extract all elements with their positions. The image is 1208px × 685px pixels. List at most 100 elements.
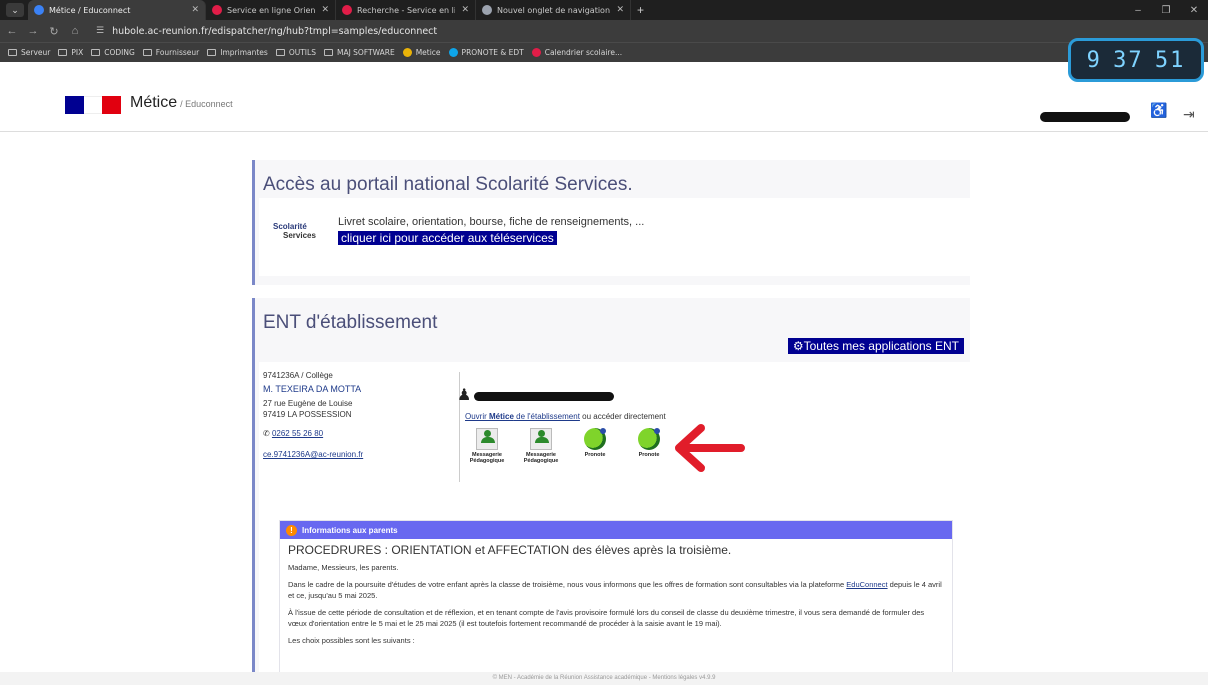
bookmark-folder[interactable]: Imprimantes bbox=[207, 48, 268, 57]
mail-icon bbox=[530, 428, 552, 450]
bookmark-calendrier[interactable]: Calendrier scolaire... bbox=[531, 48, 623, 57]
all-ent-apps-button[interactable]: ⚙Toutes mes applications ENT bbox=[787, 338, 964, 354]
close-tab-icon[interactable]: ✕ bbox=[191, 5, 199, 15]
app-pronote-1[interactable]: Pronote bbox=[575, 428, 615, 458]
new-tab-button[interactable]: + bbox=[637, 3, 644, 17]
bookmark-metice[interactable]: Metice bbox=[402, 48, 441, 57]
home-icon[interactable]: ⌂ bbox=[66, 25, 84, 37]
red-arrow-annotation bbox=[675, 424, 745, 472]
tab-label: Recherche - Service en ligne bbox=[357, 5, 456, 15]
bookmark-label: PRONOTE & EDT bbox=[461, 48, 524, 57]
back-icon[interactable]: ← bbox=[3, 25, 21, 37]
mail-icon bbox=[476, 428, 498, 450]
marianne-icon bbox=[342, 5, 352, 15]
school-address2: 97419 LA POSSESSION bbox=[263, 410, 352, 419]
app-messagerie-2[interactable]: Messagerie Pédagogique bbox=[521, 428, 561, 464]
window-controls: – ❐ ✕ bbox=[1124, 0, 1208, 20]
url-text: hubole.ac-reunion.fr/edispatcher/ng/hub?… bbox=[112, 25, 438, 37]
bookmark-folder[interactable]: OUTILS bbox=[275, 48, 316, 57]
folder-icon bbox=[142, 49, 152, 56]
user-icon: ♟ bbox=[457, 387, 472, 404]
school-info: 9741236A / Collège M. TEXEIRA DA MOTTA 2… bbox=[263, 370, 363, 460]
tab-strip: ⌄ Métice / Educonnect ✕ Service en ligne… bbox=[0, 0, 1208, 20]
site-info-icon[interactable]: ☰ bbox=[96, 26, 104, 36]
app-pronote-2[interactable]: Pronote bbox=[629, 428, 669, 458]
school-email[interactable]: ce.9741236A@ac-reunion.fr bbox=[263, 450, 363, 459]
bookmark-label: OUTILS bbox=[288, 48, 316, 57]
browser-tab-4[interactable]: Nouvel onglet de navigation p ✕ bbox=[476, 0, 631, 20]
reload-icon[interactable]: ↻ bbox=[45, 25, 63, 38]
folder-icon bbox=[275, 49, 285, 56]
logout-icon[interactable]: ⇥ bbox=[1183, 106, 1195, 123]
browser-tab-3[interactable]: Recherche - Service en ligne ✕ bbox=[336, 0, 476, 20]
alert-icon: ! bbox=[286, 524, 297, 536]
marianne-icon bbox=[212, 5, 222, 15]
bookmark-folder[interactable]: Fournisseur bbox=[142, 48, 199, 57]
incognito-icon bbox=[482, 5, 492, 15]
info-header-label: Informations aux parents bbox=[302, 525, 398, 535]
forward-icon[interactable]: → bbox=[24, 25, 42, 37]
app-messagerie-1[interactable]: Messagerie Pédagogique bbox=[467, 428, 507, 464]
bookmark-pronote[interactable]: PRONOTE & EDT bbox=[448, 48, 524, 57]
bookmark-folder[interactable]: Serveur bbox=[8, 48, 50, 57]
school-address1: 27 rue Eugène de Louise bbox=[263, 399, 353, 408]
scolarite-services-card: Accès au portail national Scolarité Serv… bbox=[252, 160, 971, 285]
card-title: ENT d'établissement bbox=[263, 312, 438, 333]
site-brand[interactable]: Métice / Educonnect bbox=[130, 94, 233, 112]
gears-icon: ⚙ bbox=[792, 339, 804, 353]
folder-icon bbox=[323, 49, 333, 56]
bookmark-label: PIX bbox=[71, 48, 84, 57]
folder-icon bbox=[91, 49, 101, 56]
folder-icon bbox=[8, 49, 17, 56]
info-headline: PROCEDRURES : ORIENTATION et AFFECTATION… bbox=[288, 543, 732, 557]
brand-subtitle: / Educonnect bbox=[180, 99, 233, 109]
open-metice-link[interactable]: Ouvrir Métice de l'établissement bbox=[465, 412, 580, 421]
scolarite-description: Livret scolaire, orientation, bourse, fi… bbox=[338, 216, 645, 228]
restore-icon[interactable]: ❐ bbox=[1152, 5, 1180, 16]
accessibility-user-icon[interactable]: ♿ bbox=[1150, 102, 1167, 119]
card-title: Accès au portail national Scolarité Serv… bbox=[263, 174, 633, 195]
pronote-icon bbox=[638, 428, 660, 450]
info-body: PROCEDRURES : ORIENTATION et AFFECTATION… bbox=[280, 539, 952, 658]
minimize-icon[interactable]: – bbox=[1124, 5, 1152, 16]
bookmark-folder[interactable]: MAJ SOFTWARE bbox=[323, 48, 395, 57]
ent-open-line: Ouvrir Métice de l'établissement ou accé… bbox=[465, 412, 666, 421]
browser-tab-1[interactable]: Métice / Educonnect ✕ bbox=[28, 0, 206, 20]
bookmark-folder[interactable]: PIX bbox=[58, 48, 83, 57]
bookmark-label: Calendrier scolaire... bbox=[544, 48, 623, 57]
page-footer: © MEN - Académie de la Réunion Assistanc… bbox=[0, 672, 1208, 685]
republique-logo[interactable] bbox=[65, 96, 122, 114]
info-header: ! Informations aux parents bbox=[280, 521, 952, 539]
close-tab-icon[interactable]: ✕ bbox=[321, 5, 329, 15]
bookmark-label: Serveur bbox=[21, 48, 51, 57]
logo-line2: Services bbox=[283, 231, 316, 240]
url-field[interactable]: ☰ hubole.ac-reunion.fr/edispatcher/ng/hu… bbox=[96, 26, 437, 37]
tab-search-menu-button[interactable]: ⌄ bbox=[6, 3, 24, 17]
parents-info-box: ! Informations aux parents PROCEDRURES :… bbox=[279, 520, 953, 676]
close-tab-icon[interactable]: ✕ bbox=[616, 5, 624, 15]
ent-body: 9741236A / Collège M. TEXEIRA DA MOTTA 2… bbox=[259, 362, 971, 676]
close-tab-icon[interactable]: ✕ bbox=[461, 5, 469, 15]
teleservices-link[interactable]: cliquer ici pour accéder aux téléservice… bbox=[338, 231, 557, 245]
browser-tab-2[interactable]: Service en ligne Orientation - I ✕ bbox=[206, 0, 336, 20]
tab-label: Service en ligne Orientation - I bbox=[227, 5, 316, 15]
bookmark-label: Imprimantes bbox=[220, 48, 268, 57]
bookmarks-bar: Serveur PIX CODING Fournisseur Imprimant… bbox=[0, 42, 1208, 62]
scolarite-services-logo: Scolarité Services bbox=[273, 222, 316, 240]
pronote-icon bbox=[584, 428, 606, 450]
app-label: Pronote bbox=[638, 452, 660, 458]
globe-icon bbox=[34, 5, 44, 15]
school-phone[interactable]: 0262 55 26 80 bbox=[272, 429, 323, 438]
bookmark-label: Metice bbox=[415, 48, 441, 57]
school-name: M. TEXEIRA DA MOTTA bbox=[263, 384, 362, 394]
bookmark-label: CODING bbox=[104, 48, 135, 57]
close-window-icon[interactable]: ✕ bbox=[1180, 5, 1208, 16]
logo-line1: Scolarité bbox=[273, 222, 307, 231]
info-greeting: Madame, Messieurs, les parents. bbox=[288, 563, 399, 572]
address-bar: ← → ↻ ⌂ ☰ hubole.ac-reunion.fr/edispatch… bbox=[0, 20, 1208, 42]
tab-label: Nouvel onglet de navigation p bbox=[497, 5, 611, 15]
ent-username-redacted bbox=[474, 392, 614, 401]
bookmark-folder[interactable]: CODING bbox=[91, 48, 135, 57]
educonnect-link[interactable]: EduConnect bbox=[846, 580, 887, 589]
lock-icon bbox=[402, 48, 412, 57]
